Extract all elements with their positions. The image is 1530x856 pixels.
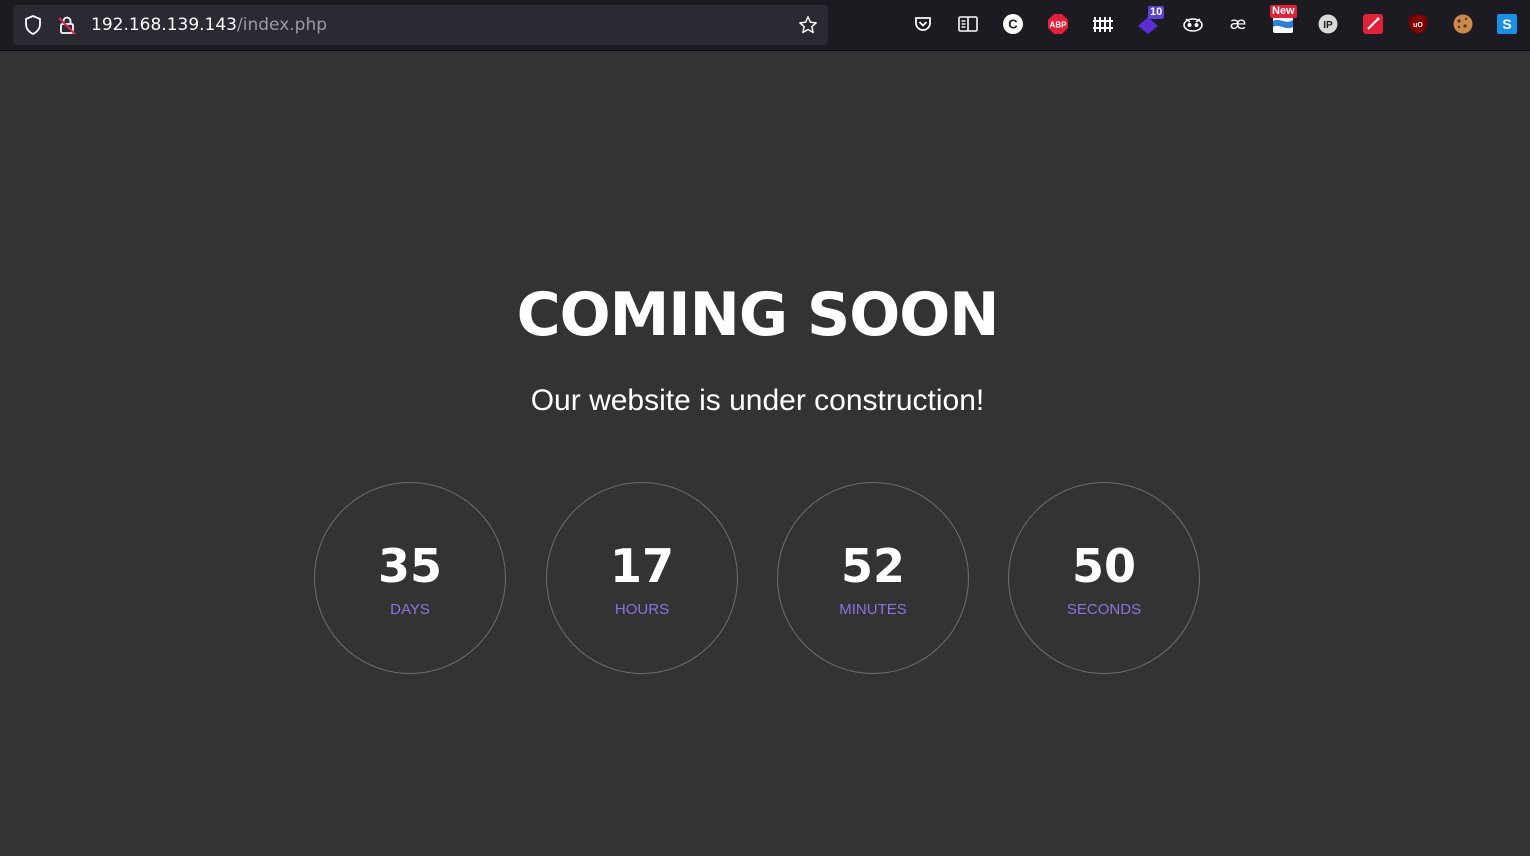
ae-extension-icon[interactable]: æ bbox=[1227, 13, 1249, 35]
ip-extension-icon[interactable]: IP bbox=[1317, 13, 1339, 35]
address-bar[interactable]: 192.168.139.143/index.php bbox=[13, 5, 828, 45]
url-text[interactable]: 192.168.139.143/index.php bbox=[91, 15, 327, 35]
browser-toolbar: 192.168.139.143/index.php C ABP 10 æ New… bbox=[0, 0, 1530, 51]
countdown-seconds-value: 50 bbox=[1071, 539, 1136, 593]
countdown-seconds: 50 SECONDS bbox=[1008, 482, 1200, 674]
countdown-days: 35 DAYS bbox=[314, 482, 506, 674]
c-extension-icon[interactable]: C bbox=[1002, 13, 1024, 35]
purple-extension-icon[interactable]: 10 bbox=[1137, 6, 1165, 35]
cookie-extension-icon[interactable] bbox=[1452, 13, 1474, 35]
countdown-minutes-label: MINUTES bbox=[839, 601, 907, 618]
url-path: /index.php bbox=[237, 15, 328, 35]
bookmark-star-icon[interactable] bbox=[798, 15, 818, 35]
page-title: COMING SOON bbox=[516, 280, 1000, 350]
shield-icon[interactable] bbox=[23, 15, 43, 35]
magic-wand-extension-icon[interactable] bbox=[1362, 13, 1384, 35]
svg-text:uO: uO bbox=[1413, 22, 1423, 29]
extension-badge-count: 10 bbox=[1148, 6, 1165, 19]
reader-view-icon[interactable] bbox=[957, 13, 979, 35]
s-flag-extension-icon[interactable]: New bbox=[1270, 5, 1297, 35]
countdown-hours-value: 17 bbox=[609, 539, 674, 593]
adblock-plus-icon[interactable]: ABP bbox=[1047, 13, 1069, 35]
svg-text:æ: æ bbox=[1230, 14, 1247, 34]
s-extension-icon[interactable]: S bbox=[1496, 13, 1518, 35]
countdown-days-label: DAYS bbox=[390, 601, 430, 618]
countdown-seconds-label: SECONDS bbox=[1066, 601, 1142, 618]
insecure-lock-icon[interactable] bbox=[57, 15, 77, 35]
url-host: 192.168.139.143 bbox=[91, 15, 238, 35]
countdown-hours-label: HOURS bbox=[614, 601, 670, 618]
countdown-minutes: 52 MINUTES bbox=[777, 482, 969, 674]
countdown-days-value: 35 bbox=[377, 539, 442, 593]
svg-text:C: C bbox=[1008, 17, 1018, 32]
svg-text:S: S bbox=[1502, 16, 1511, 32]
countdown-minutes-value: 52 bbox=[840, 539, 905, 593]
tampermonkey-icon[interactable] bbox=[1182, 13, 1204, 35]
ublock-origin-icon[interactable]: uO bbox=[1407, 13, 1429, 35]
svg-text:IP: IP bbox=[1323, 20, 1333, 31]
svg-text:ABP: ABP bbox=[1050, 21, 1068, 30]
pocket-icon[interactable] bbox=[912, 13, 934, 35]
fence-extension-icon[interactable] bbox=[1092, 13, 1114, 35]
extension-badge-new: New bbox=[1270, 5, 1297, 18]
page-subtitle: Our website is under construction! bbox=[530, 384, 985, 417]
countdown-hours: 17 HOURS bbox=[546, 482, 738, 674]
